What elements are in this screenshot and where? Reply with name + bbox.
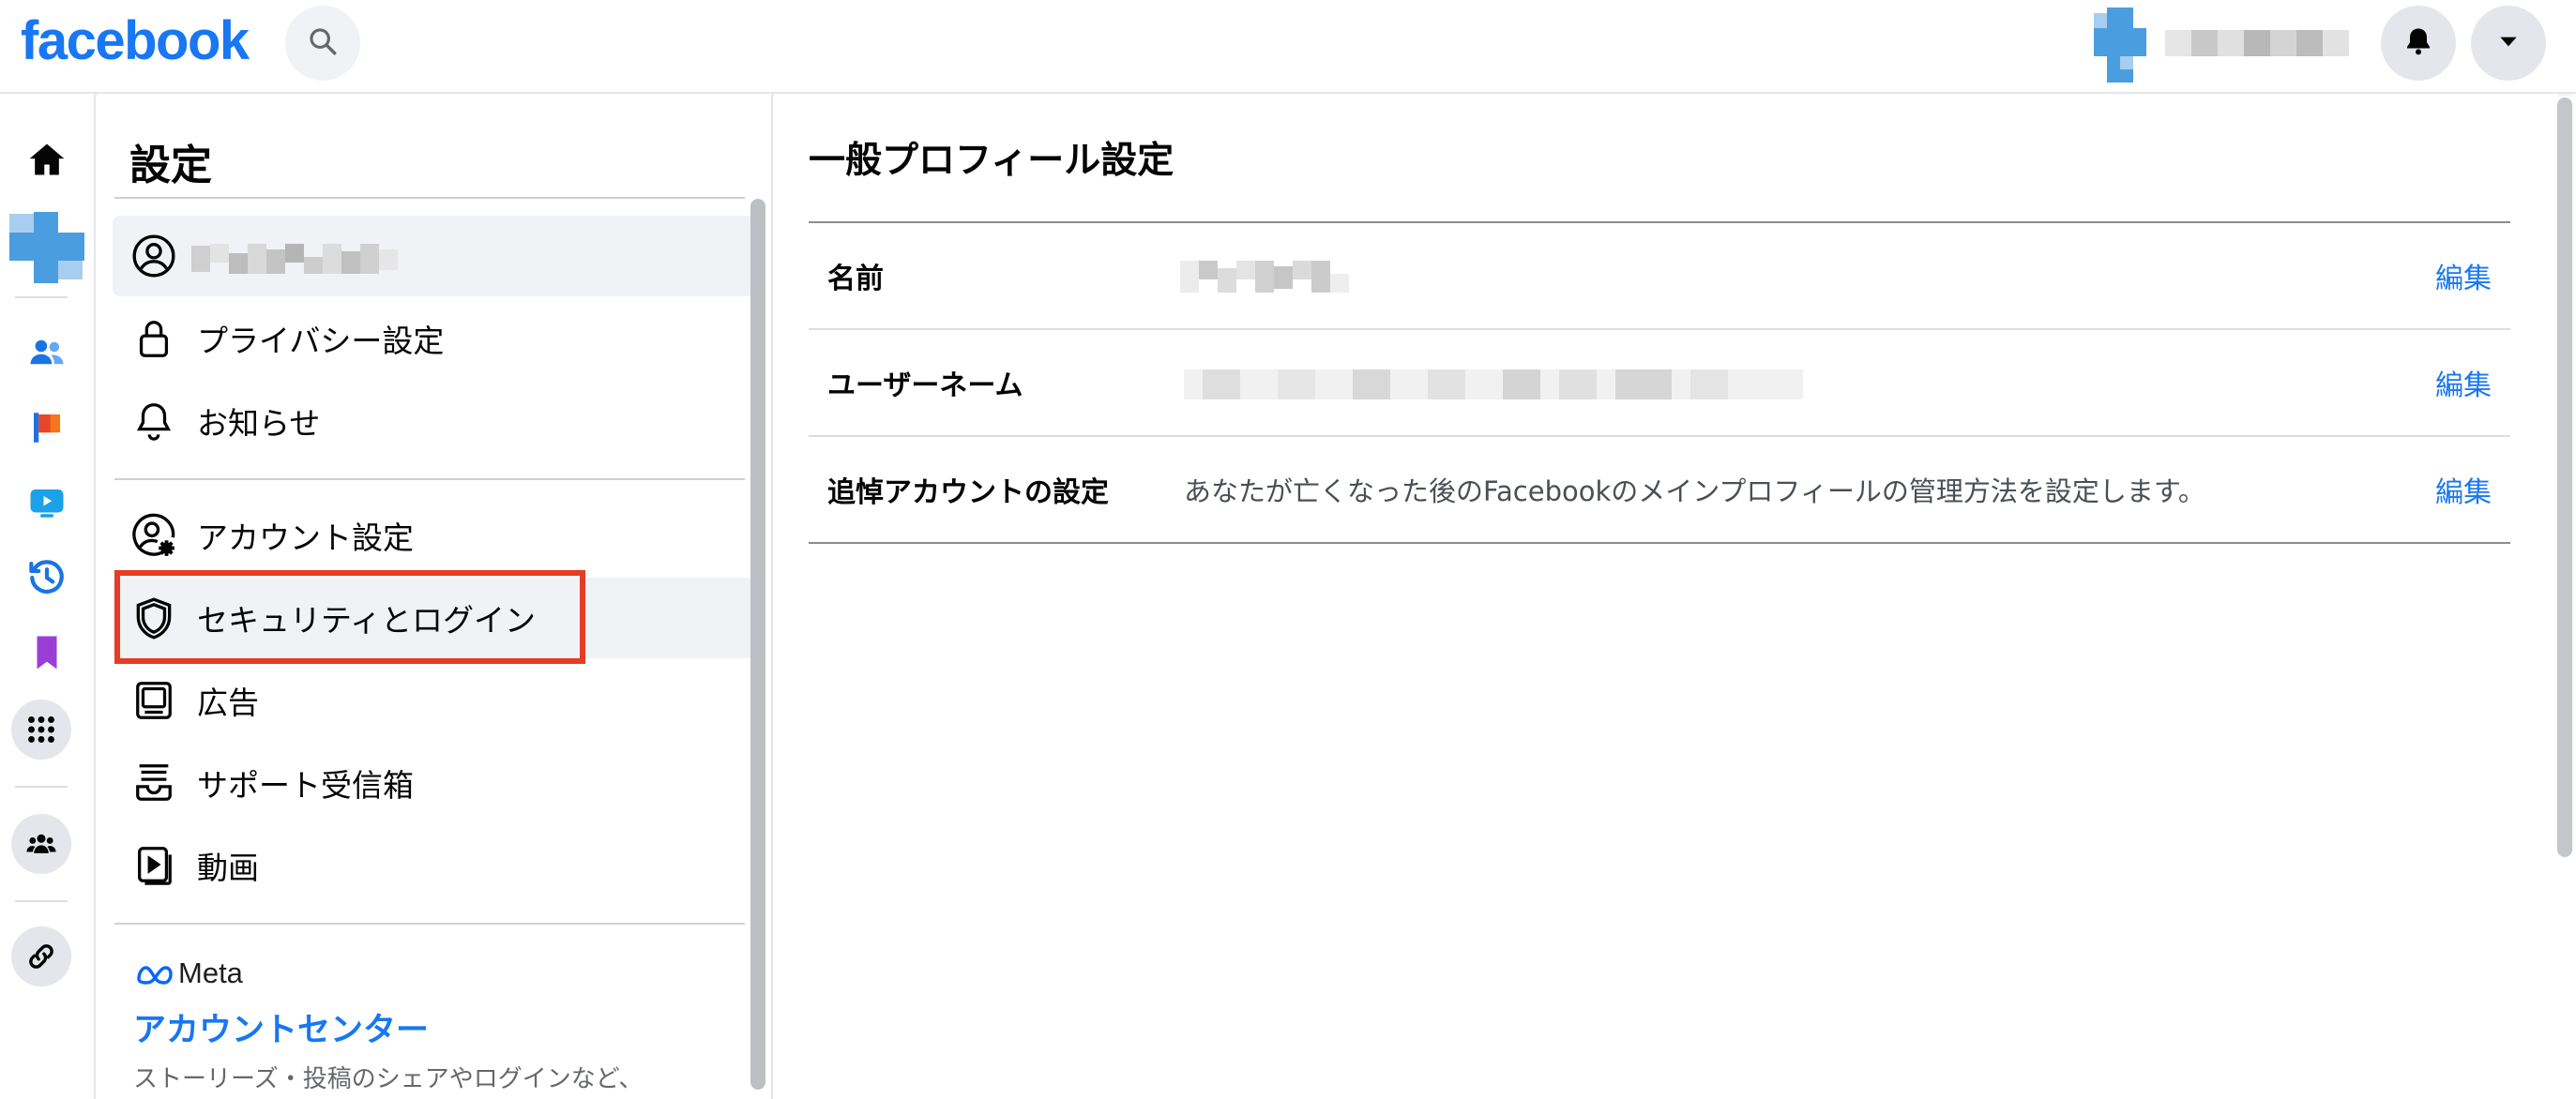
meta-label: Meta [178, 956, 243, 989]
settings-row-name: 名前 編集 [809, 223, 2510, 330]
settings-row-memorialization: 追悼アカウントの設定 あなたが亡くなった後のFacebookのメインプロフィール… [809, 437, 2510, 544]
divider [809, 542, 2510, 544]
account-gear-icon [129, 511, 178, 560]
menu-item-support-inbox[interactable]: サポート受信箱 [113, 743, 754, 823]
profile-chip[interactable] [2094, 8, 2358, 83]
menu-item-label: プライバシー設定 [197, 323, 445, 359]
blurred-profile-name [191, 244, 398, 274]
divider [114, 197, 745, 199]
edit-memorialization-link[interactable]: 編集 [2435, 469, 2492, 510]
edit-username-link[interactable]: 編集 [2435, 362, 2492, 403]
highlight-box-security-login [114, 570, 585, 664]
menu-item-label: アカウント設定 [197, 519, 414, 556]
divider [114, 923, 745, 925]
main-scrollbar[interactable] [2557, 98, 2572, 857]
edit-name-link[interactable]: 編集 [2435, 255, 2492, 296]
caret-down-icon [2496, 29, 2521, 57]
link-icon[interactable] [11, 926, 71, 986]
menu-item-label: お知らせ [197, 405, 321, 442]
search-button[interactable] [285, 6, 360, 81]
bell-outline-icon [129, 397, 178, 445]
settings-title: 設定 [129, 142, 212, 189]
main-content: 一般プロフィール設定 名前 編集 ユーザーネーム 編集 追悼アカウントの設定 あ… [775, 94, 2557, 1099]
friends-icon[interactable] [9, 323, 84, 383]
settings-scrollbar[interactable] [750, 199, 765, 1090]
menu-item-profile[interactable] [113, 216, 754, 296]
menu-item-notifications[interactable]: お知らせ [113, 381, 754, 461]
memories-icon[interactable] [9, 548, 84, 608]
search-icon [307, 25, 339, 61]
menu-grid-icon[interactable] [11, 700, 71, 760]
video-icon [129, 841, 178, 890]
saved-icon[interactable] [9, 623, 84, 683]
bell-icon [2402, 24, 2435, 62]
account-menu-button[interactable] [2471, 6, 2546, 81]
groups-icon[interactable] [11, 814, 71, 874]
row-label: 追悼アカウントの設定 [827, 476, 1109, 509]
home-icon[interactable] [9, 129, 84, 189]
account-center-link[interactable]: アカウントセンター [133, 1003, 429, 1051]
watch-icon[interactable] [9, 473, 84, 533]
menu-item-label: 広告 [197, 685, 259, 721]
divider [114, 478, 745, 480]
menu-item-videos[interactable]: 動画 [113, 825, 754, 906]
menu-item-ads[interactable]: 広告 [113, 660, 754, 741]
menu-item-privacy[interactable]: プライバシー設定 [113, 298, 754, 379]
row-label: ユーザーネーム [827, 369, 1023, 402]
left-navigation-rail [0, 94, 96, 1099]
pages-icon[interactable] [9, 398, 84, 458]
blurred-name-value [1180, 261, 1368, 293]
notifications-button[interactable] [2381, 6, 2456, 81]
row-label: 名前 [827, 263, 884, 295]
menu-item-label: 動画 [197, 850, 259, 886]
settings-row-username: ユーザーネーム 編集 [809, 330, 2510, 437]
profile-avatar[interactable] [9, 210, 84, 285]
lock-icon [129, 314, 178, 363]
ads-icon [129, 676, 178, 725]
blurred-username-value [1184, 366, 1803, 403]
menu-item-account-settings[interactable]: アカウント設定 [113, 495, 754, 576]
facebook-logo[interactable]: facebook [21, 9, 250, 72]
user-circle-icon [129, 232, 178, 280]
row-value: あなたが亡くなった後のFacebookのメインプロフィールの管理方法を設定します… [1184, 475, 2205, 507]
menu-item-label: サポート受信箱 [197, 767, 414, 804]
meta-infinity-icon [137, 966, 173, 985]
meta-logo: Meta [135, 956, 243, 990]
account-center-description: ストーリーズ・投稿のシェアやログインなど、 [133, 1065, 644, 1093]
top-navigation-bar: facebook [0, 0, 2576, 94]
inbox-icon [129, 759, 178, 807]
page-title: 一般プロフィール設定 [809, 140, 1174, 182]
